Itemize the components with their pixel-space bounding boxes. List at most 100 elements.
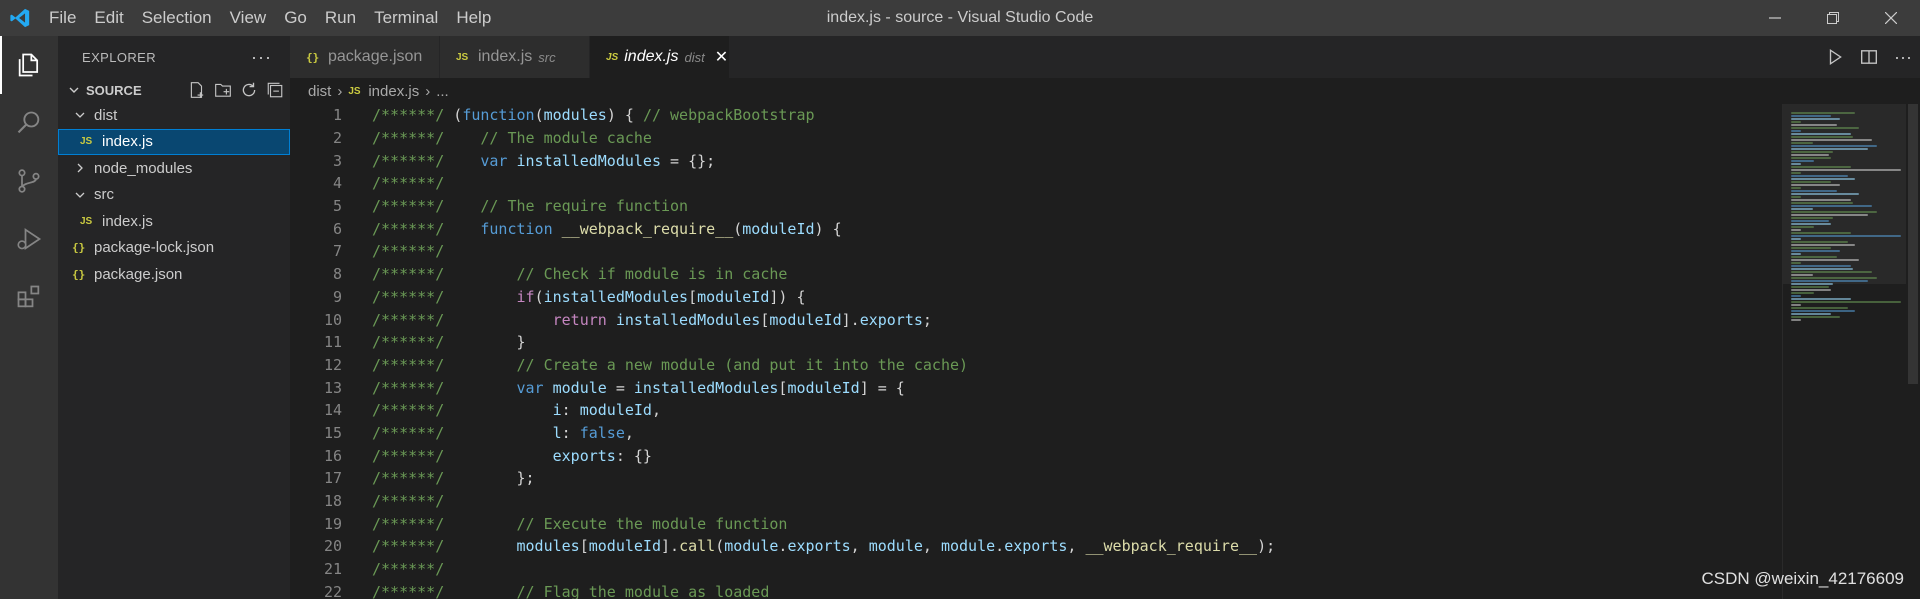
code-token: installedModules: [543, 287, 689, 306]
breadcrumb-item[interactable]: index.js: [368, 83, 419, 100]
close-window-button[interactable]: [1862, 0, 1920, 36]
tree-item[interactable]: node_modules: [58, 155, 290, 182]
line-number: 15: [323, 423, 342, 442]
source-control-activity[interactable]: [0, 152, 58, 210]
code-token: call: [679, 537, 716, 556]
collapse-all-icon[interactable]: [266, 81, 284, 99]
new-file-icon[interactable]: [188, 81, 206, 99]
editor-tab[interactable]: JS index.js src: [440, 36, 590, 78]
minimap-line: [1791, 112, 1855, 114]
line-number: 7: [332, 242, 342, 261]
code-token: exports: [1004, 537, 1068, 556]
editor-tab[interactable]: {} package.json: [290, 36, 440, 78]
code-token: /******/: [372, 355, 454, 374]
code-token: // The require function: [480, 197, 689, 216]
line-number: 8: [332, 265, 342, 284]
tab-detail: src: [538, 49, 556, 65]
code-token: ,: [922, 537, 941, 556]
line-content: /******/ // Check if module is in cache: [372, 265, 787, 283]
minimap-line: [1791, 142, 1814, 144]
minimap-line: [1791, 262, 1802, 264]
minimap-line: [1791, 298, 1851, 300]
tree-item[interactable]: {} package-lock.json: [58, 235, 290, 262]
menu-go[interactable]: Go: [275, 0, 316, 36]
workspace-section-header[interactable]: SOURCE: [58, 78, 290, 102]
run-icon[interactable]: [1826, 48, 1844, 66]
line-content: /******/: [372, 174, 444, 192]
tree-item-label: node_modules: [94, 159, 193, 177]
minimap-line: [1791, 226, 1815, 228]
breadcrumb: dist › JS index.js › ...: [290, 78, 1920, 104]
code-line: 2 /******/ // The module cache: [290, 127, 1780, 150]
minimap-line: [1791, 247, 1832, 249]
tree-item-label: package-lock.json: [94, 239, 215, 257]
menu-file[interactable]: File: [40, 0, 85, 36]
line-content: /******/ var module = installedModules[m…: [372, 379, 905, 397]
code-line: 11 /******/ }: [290, 331, 1780, 354]
tree-item-label: src: [94, 186, 114, 204]
sidebar-header: EXPLORER ···: [58, 36, 290, 78]
breadcrumb-item[interactable]: ...: [436, 83, 449, 100]
tree-item[interactable]: dist: [58, 102, 290, 129]
editor-actions: ···: [1826, 36, 1912, 78]
scrollbar-thumb[interactable]: [1908, 104, 1918, 384]
code-token: /******/: [372, 174, 445, 193]
tree-item[interactable]: {} package.json: [58, 261, 290, 288]
code-token: // Execute the module function: [516, 514, 788, 533]
restore-button[interactable]: [1804, 0, 1862, 36]
line-number: 4: [332, 174, 342, 193]
code-token: installedModules: [615, 310, 761, 329]
menu-edit[interactable]: Edit: [85, 0, 132, 36]
tree-item-label: index.js: [102, 133, 153, 151]
code-token: ) {: [606, 106, 643, 125]
menu-help[interactable]: Help: [447, 0, 500, 36]
split-editor-icon[interactable]: [1860, 48, 1878, 66]
minimap-line: [1791, 163, 1802, 165]
minimap-line: [1791, 289, 1832, 291]
editor-scrollbar[interactable]: [1906, 104, 1920, 599]
explorer-activity[interactable]: [0, 36, 58, 94]
code-line: 17 /******/ };: [290, 467, 1780, 490]
code-token: [: [688, 287, 698, 306]
code-token: /******/: [372, 106, 454, 125]
refresh-icon[interactable]: [240, 81, 258, 99]
code-token: module: [868, 537, 923, 556]
menu-view[interactable]: View: [221, 0, 276, 36]
code-editor[interactable]: 1/******/ (function(modules) { // webpac…: [290, 104, 1780, 599]
menu-terminal[interactable]: Terminal: [365, 0, 447, 36]
more-actions-icon[interactable]: ···: [1894, 47, 1912, 68]
more-actions-icon[interactable]: ···: [251, 47, 272, 68]
tree-item[interactable]: JS index.js: [58, 208, 290, 235]
minimap[interactable]: [1782, 104, 1907, 599]
code-line: 20/******/ modules[moduleId].call(module…: [290, 535, 1780, 558]
code-token: module: [724, 537, 779, 556]
code-token: };: [453, 469, 535, 488]
code-token: moduleId: [742, 219, 815, 238]
line-number: 16: [323, 446, 342, 465]
search-activity[interactable]: [0, 94, 58, 152]
minimap-line: [1791, 241, 1849, 243]
minimap-line: [1791, 133, 1851, 135]
extensions-activity[interactable]: [0, 268, 58, 326]
menu-run[interactable]: Run: [316, 0, 365, 36]
code-token: /******/: [372, 537, 454, 556]
minimize-button[interactable]: [1746, 0, 1804, 36]
breadcrumb-item[interactable]: dist: [308, 83, 331, 100]
close-icon[interactable]: ✕: [715, 47, 728, 67]
code-token: l: [552, 423, 562, 442]
minimap-line: [1791, 250, 1841, 252]
code-token: :: [561, 423, 580, 442]
editor-tab[interactable]: JS index.js dist ✕: [590, 36, 730, 78]
menu-selection[interactable]: Selection: [133, 0, 221, 36]
tree-item[interactable]: JS index.js: [58, 128, 290, 155]
new-folder-icon[interactable]: [214, 81, 232, 99]
code-line: 15 /******/ l: false,: [290, 422, 1780, 445]
tree-item[interactable]: src: [58, 182, 290, 209]
minimap-line: [1791, 127, 1859, 129]
tab-label: index.js: [624, 48, 679, 65]
js-file-icon: JS: [80, 215, 93, 227]
line-number: 21: [323, 560, 342, 579]
run-debug-activity[interactable]: [0, 210, 58, 268]
